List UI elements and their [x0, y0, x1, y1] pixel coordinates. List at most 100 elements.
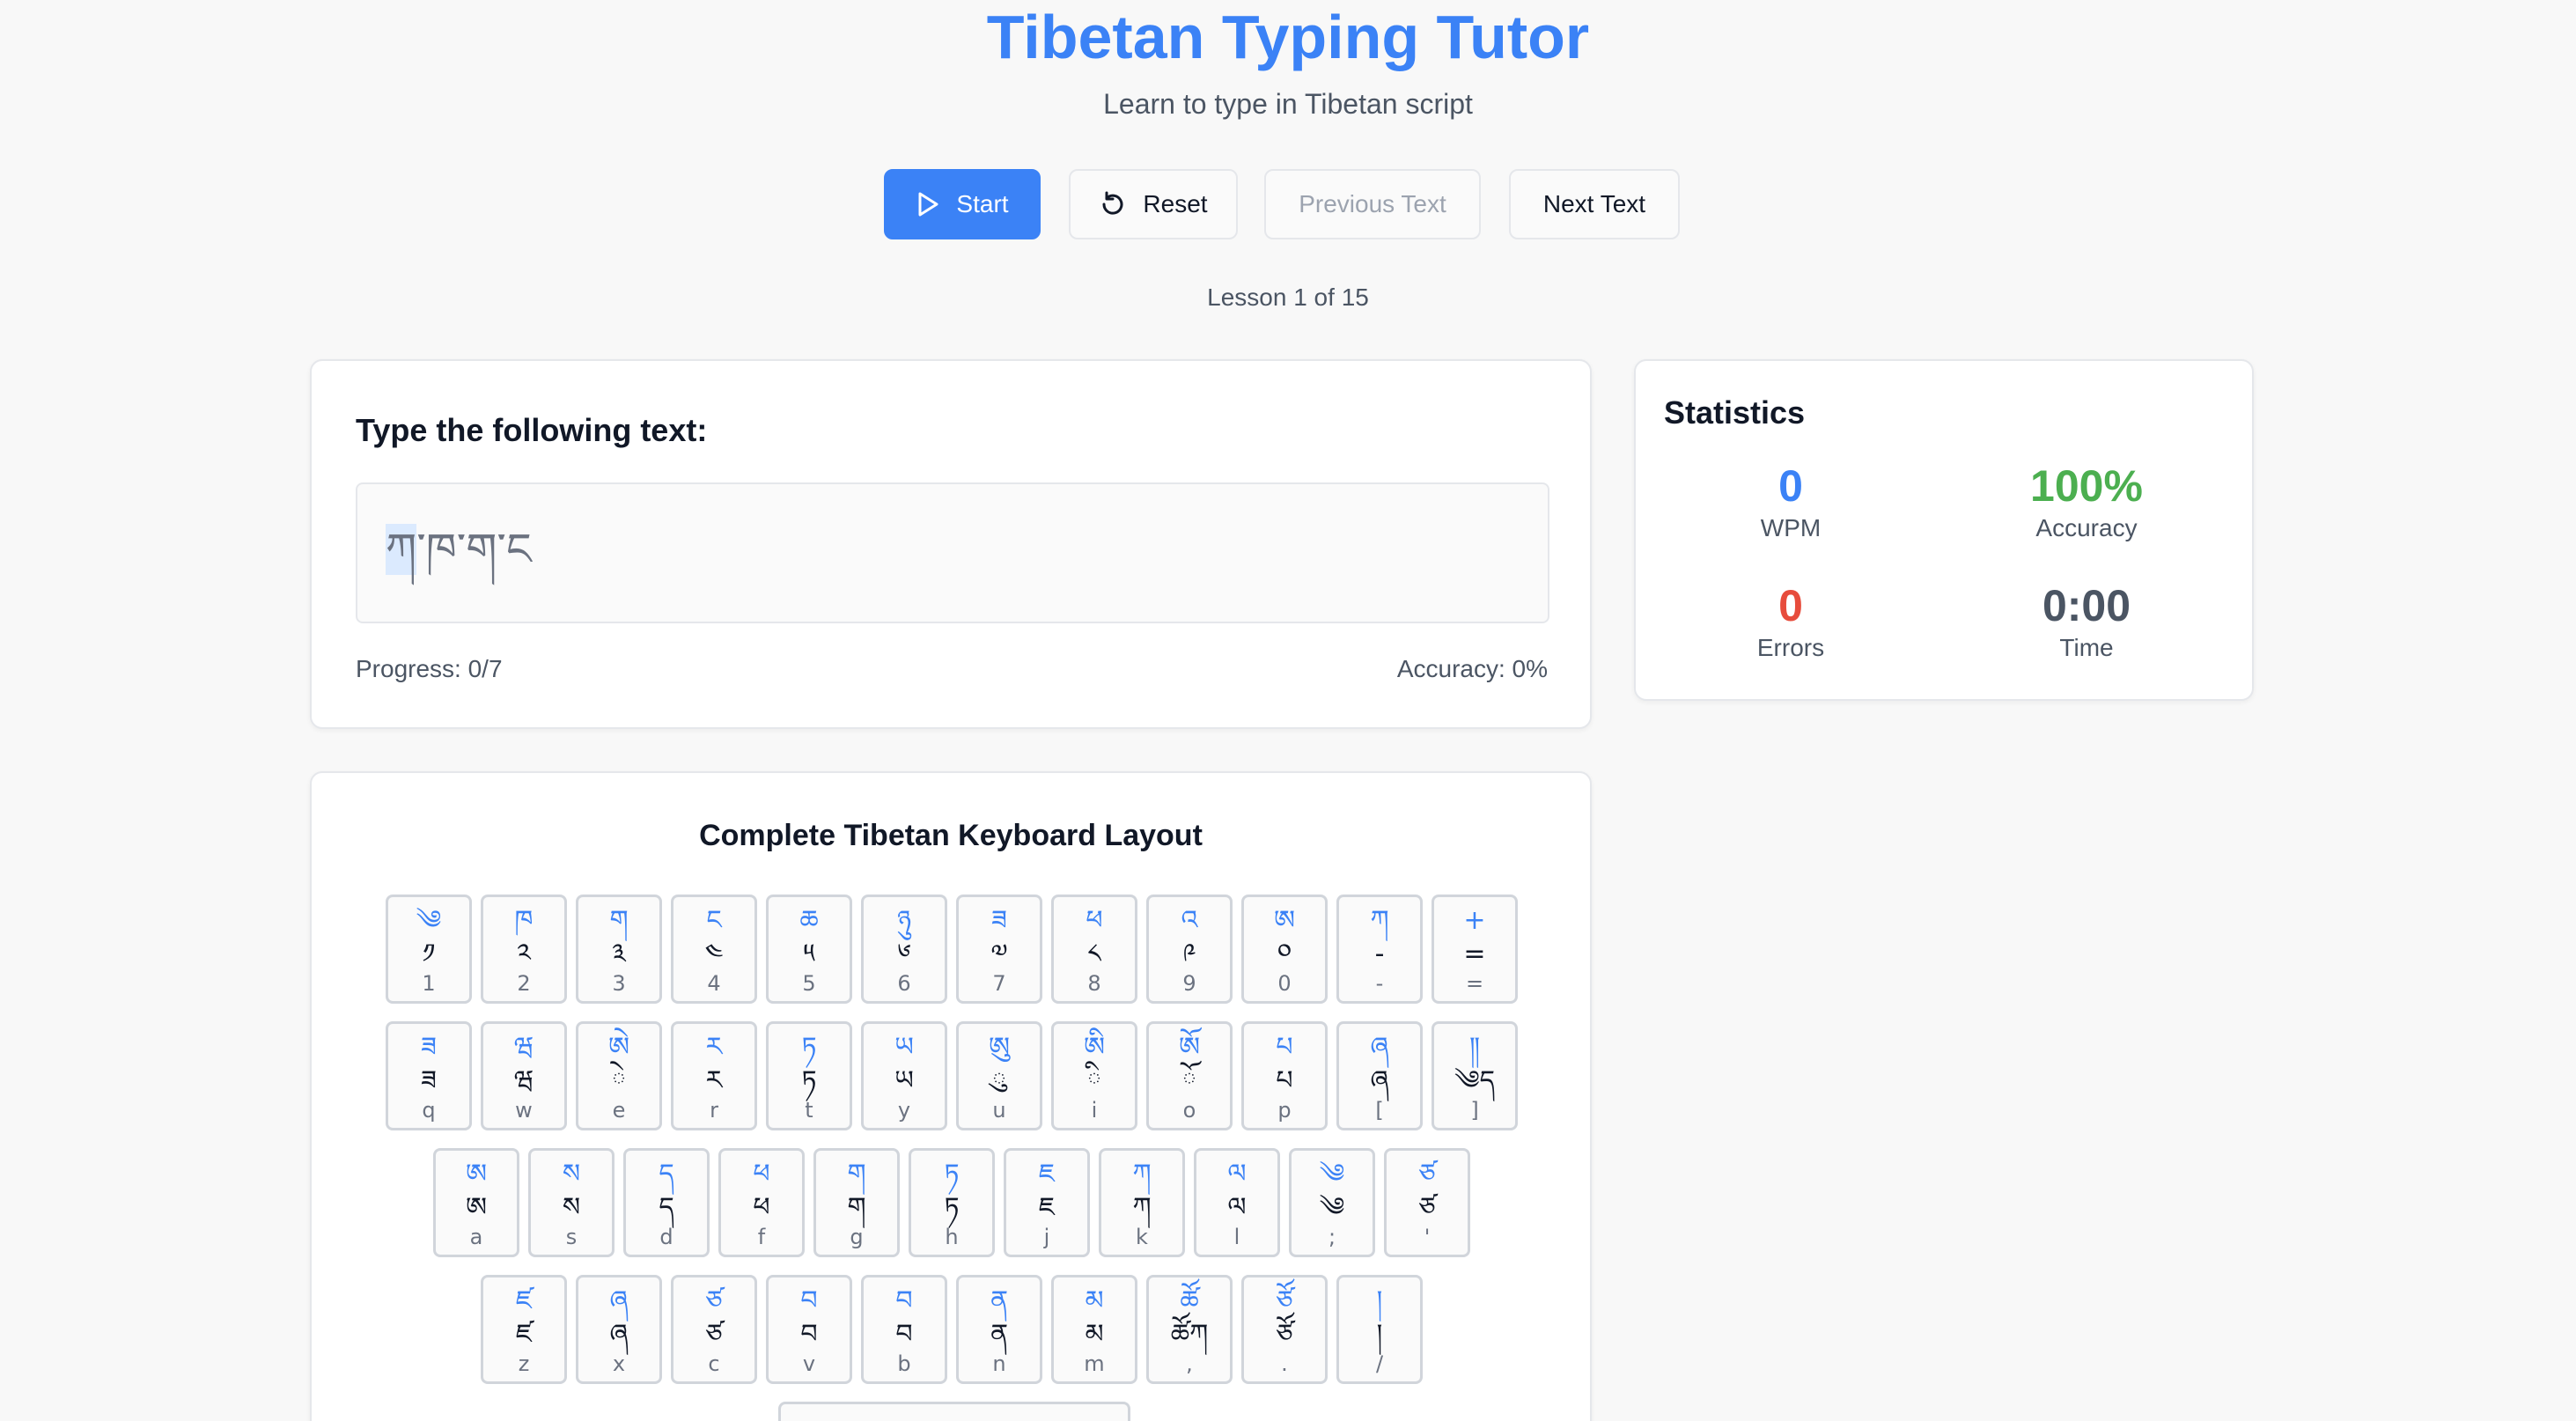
- key-1-0[interactable]: ཟཟq: [386, 1021, 472, 1130]
- key-shift-char: ཕ: [1086, 905, 1103, 936]
- key-1-11[interactable]: ༎ ༄ད]: [1432, 1021, 1518, 1130]
- key-1-5[interactable]: ཡཡy: [861, 1021, 947, 1130]
- key-main-char: ༢: [517, 939, 531, 969]
- key-0-1[interactable]: ཁ༢2: [481, 895, 567, 1004]
- errors-stat: 0 Errors: [1650, 579, 1932, 662]
- key-0-5[interactable]: ཉུ ༦ 6: [861, 895, 947, 1004]
- key-main-char: =: [1463, 939, 1486, 969]
- key-main-char: -: [1374, 939, 1385, 969]
- key-0-10[interactable]: ཀ--: [1336, 895, 1423, 1004]
- key-main-char: ན: [990, 1319, 1008, 1350]
- key-3-5[interactable]: ནནn: [956, 1275, 1042, 1384]
- key-latin-label: z: [518, 1351, 530, 1376]
- key-shift-char: ཡ: [894, 1032, 914, 1063]
- time-stat: 0:00 Time: [1946, 579, 2227, 662]
- key-3-9[interactable]: ། ། /: [1336, 1275, 1423, 1384]
- key-shift-char: ཙ: [705, 1285, 723, 1316]
- key-latin-label: 1: [422, 971, 436, 996]
- key-latin-label: y: [897, 1098, 911, 1123]
- key-latin-label: j: [1043, 1225, 1050, 1249]
- time-label: Time: [2059, 634, 2114, 661]
- key-3-2[interactable]: ཙཙc: [671, 1275, 757, 1384]
- key-0-3[interactable]: ང༤4: [671, 895, 757, 1004]
- next-text-button-label: Next Text: [1542, 190, 1646, 217]
- wpm-label: WPM: [1760, 514, 1822, 541]
- key-shift-char: ད: [659, 1159, 674, 1189]
- key-2-7[interactable]: ཀཀk: [1099, 1148, 1185, 1257]
- key-2-5[interactable]: ཏཏh: [909, 1148, 995, 1257]
- key-shift-char: ས: [562, 1159, 581, 1189]
- key-2-1[interactable]: སསs: [528, 1148, 615, 1257]
- key-1-7[interactable]: ཨིི i: [1051, 1021, 1137, 1130]
- key-main-char: ཕ: [753, 1192, 770, 1223]
- key-shift-char: +: [1463, 905, 1486, 936]
- key-3-1[interactable]: ཞཞx: [576, 1275, 662, 1384]
- key-1-1[interactable]: ཝཝw: [481, 1021, 567, 1130]
- key-0-0[interactable]: ༄ ༡ 1: [386, 895, 472, 1004]
- key-shift-char: འ: [1181, 905, 1198, 936]
- key-1-8[interactable]: ཨོོ o: [1146, 1021, 1233, 1130]
- wpm-stat: 0 WPM: [1650, 460, 1932, 542]
- key-main-char: ༧: [990, 939, 1008, 969]
- key-shift-char: ཁ: [514, 905, 534, 936]
- accuracy-label: Accuracy: [2035, 514, 2138, 541]
- key-0-4[interactable]: ཆ༥5: [766, 895, 852, 1004]
- key-main-char: ༠: [1277, 939, 1292, 969]
- reset-button[interactable]: Reset: [1069, 169, 1238, 239]
- key-main-char: ཀ: [1132, 1192, 1152, 1223]
- space-key[interactable]: [778, 1402, 1130, 1421]
- key-3-6[interactable]: མམm: [1051, 1275, 1137, 1384]
- key-2-3[interactable]: ཕཕf: [718, 1148, 805, 1257]
- key-0-11[interactable]: + = =: [1432, 895, 1518, 1004]
- key-1-9[interactable]: པཔp: [1241, 1021, 1328, 1130]
- key-1-10[interactable]: ཞ ཞ[: [1336, 1021, 1423, 1130]
- key-latin-label: 2: [517, 971, 531, 996]
- key-main-char: ཞ: [1370, 1065, 1389, 1096]
- key-0-8[interactable]: འ༩9: [1146, 895, 1233, 1004]
- key-shift-char: ཨུ: [988, 1032, 1011, 1063]
- key-shift-char: ཀ: [1370, 905, 1389, 936]
- target-text-box[interactable]: ཀ་ཁ་ག་ང: [356, 482, 1549, 623]
- key-3-8[interactable]: ཙོ ཙོ.: [1241, 1275, 1328, 1384]
- key-main-char: ༥: [803, 939, 815, 969]
- key-0-7[interactable]: ཕ༨8: [1051, 895, 1137, 1004]
- key-shift-char: ཉུ: [896, 905, 912, 936]
- key-shift-char: ལ: [1227, 1159, 1247, 1189]
- key-2-0[interactable]: ཨཨa: [433, 1148, 519, 1257]
- key-main-char: པ: [1276, 1065, 1293, 1096]
- key-2-4[interactable]: གགg: [813, 1148, 900, 1257]
- key-latin-label: 8: [1087, 971, 1101, 996]
- key-main-char: ཇ: [1038, 1192, 1056, 1223]
- key-3-3[interactable]: བབv: [766, 1275, 852, 1384]
- key-main-char: ོ: [1181, 1065, 1197, 1096]
- key-shift-char: ཝ: [513, 1032, 534, 1063]
- key-main-char: ཙ: [705, 1319, 723, 1350]
- key-3-4[interactable]: བབb: [861, 1275, 947, 1384]
- key-0-2[interactable]: ག༣3: [576, 895, 662, 1004]
- key-0-9[interactable]: ཨ༠0: [1241, 895, 1328, 1004]
- key-1-3[interactable]: རརr: [671, 1021, 757, 1130]
- key-3-0[interactable]: ཛཛz: [481, 1275, 567, 1384]
- key-1-4[interactable]: ཏཏt: [766, 1021, 852, 1130]
- key-latin-label: n: [992, 1351, 1006, 1376]
- start-button[interactable]: Start: [884, 169, 1041, 239]
- previous-text-button[interactable]: Previous Text: [1264, 169, 1481, 239]
- key-shift-char: ཨི: [1083, 1032, 1106, 1063]
- key-2-2[interactable]: དདd: [623, 1148, 710, 1257]
- key-1-6[interactable]: ཨུུ u: [956, 1021, 1042, 1130]
- key-shift-char: ཏ: [801, 1032, 817, 1063]
- key-2-6[interactable]: ཇཇj: [1004, 1148, 1090, 1257]
- key-latin-label: 0: [1277, 971, 1292, 996]
- key-shift-char: ཞ: [609, 1285, 629, 1316]
- key-0-6[interactable]: ཟ༧7: [956, 895, 1042, 1004]
- key-latin-label: o: [1182, 1098, 1196, 1123]
- key-latin-label: =: [1465, 971, 1484, 996]
- key-1-2[interactable]: ཨེེ e: [576, 1021, 662, 1130]
- key-2-9[interactable]: ༄ ༄;: [1289, 1148, 1375, 1257]
- next-text-button[interactable]: Next Text: [1509, 169, 1680, 239]
- key-main-char: ༦: [897, 939, 911, 969]
- key-2-10[interactable]: ཙ ཙ ': [1384, 1148, 1470, 1257]
- key-2-8[interactable]: ལལl: [1194, 1148, 1280, 1257]
- key-3-7[interactable]: ཚོ ཚོཀ,: [1146, 1275, 1233, 1384]
- key-latin-label: ': [1424, 1225, 1431, 1249]
